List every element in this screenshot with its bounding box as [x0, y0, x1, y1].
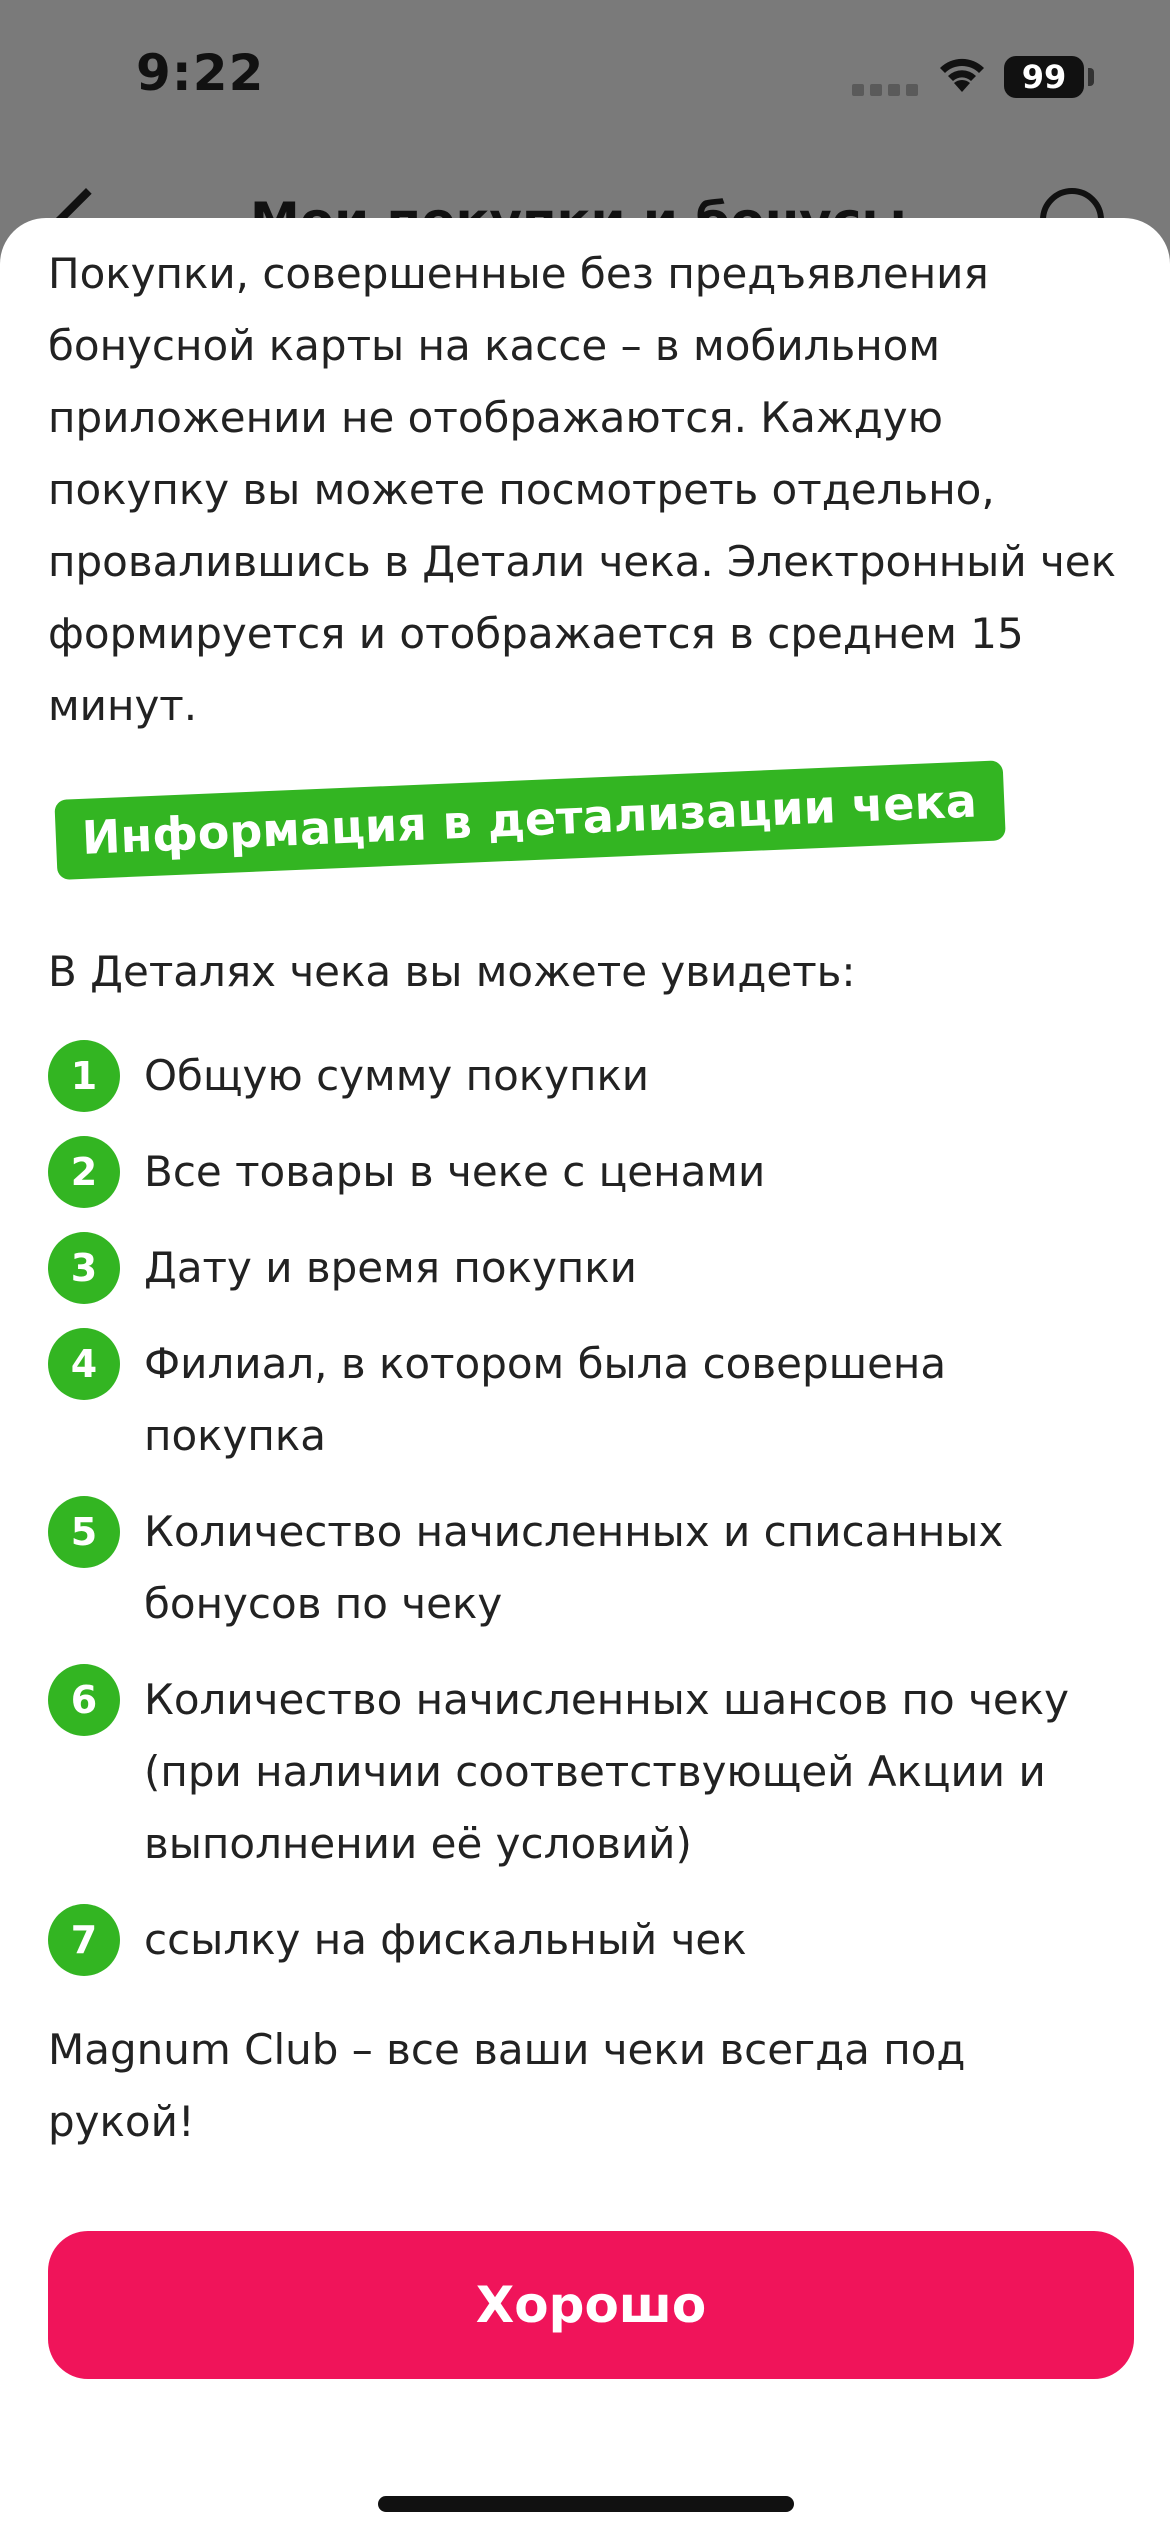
list-item: 5 Количество начисленных и списанных бон… [48, 1496, 1122, 1640]
list-item-text: Количество начисленных шансов по чеку (п… [144, 1675, 1069, 1868]
status-time: 9:22 [136, 44, 265, 102]
details-list: 1 Общую сумму покупки 2 Все товары в чек… [48, 1040, 1122, 1976]
number-badge: 4 [48, 1328, 120, 1400]
list-item: 3 Дату и время покупки [48, 1232, 1122, 1304]
list-item: 6 Количество начисленных шансов по чеку … [48, 1664, 1122, 1880]
list-item-text: Все товары в чеке с ценами [144, 1147, 766, 1196]
number-badge: 2 [48, 1136, 120, 1208]
home-indicator[interactable] [378, 2496, 794, 2512]
list-item: 7 ссылку на фискальный чек [48, 1904, 1122, 1976]
list-item-text: Филиал, в котором была совершена покупка [144, 1339, 947, 1460]
battery-cap [1088, 68, 1094, 86]
number-badge: 1 [48, 1040, 120, 1112]
list-item-text: ссылку на фискальный чек [144, 1915, 747, 1964]
battery-level: 99 [1021, 58, 1067, 96]
list-intro: В Деталях чека вы можете увидеть: [48, 947, 856, 996]
number-badge: 6 [48, 1664, 120, 1736]
list-item: 2 Все товары в чеке с ценами [48, 1136, 1122, 1208]
info-bottom-sheet: Покупки, совершенные без предъявления бо… [0, 218, 1170, 2532]
number-badge: 5 [48, 1496, 120, 1568]
outro-paragraph: Magnum Club – все ваши чеки всегда под р… [48, 2025, 966, 2146]
cellular-signal-icon [852, 84, 918, 96]
list-item: 1 Общую сумму покупки [48, 1040, 1122, 1112]
battery-icon: 99 [1004, 56, 1084, 98]
sheet-content: Покупки, совершенные без предъявления бо… [48, 238, 1122, 2158]
number-badge: 3 [48, 1232, 120, 1304]
status-bar: 9:22 99 [0, 0, 1170, 150]
screen: 9:22 99 Мои покупки и бонусы Покупки, со… [0, 0, 1170, 2532]
list-item-text: Дату и время покупки [144, 1243, 637, 1292]
intro-paragraph: Покупки, совершенные без предъявления бо… [48, 249, 1116, 730]
section-tag: Информация в детализации чека [54, 760, 1007, 880]
list-item-text: Общую сумму покупки [144, 1051, 650, 1100]
list-item: 4 Филиал, в котором была совершена покуп… [48, 1328, 1122, 1472]
ok-button[interactable]: Хорошо [48, 2231, 1134, 2379]
list-item-text: Количество начисленных и списанных бонус… [144, 1507, 1004, 1628]
number-badge: 7 [48, 1904, 120, 1976]
wifi-icon [940, 58, 984, 92]
